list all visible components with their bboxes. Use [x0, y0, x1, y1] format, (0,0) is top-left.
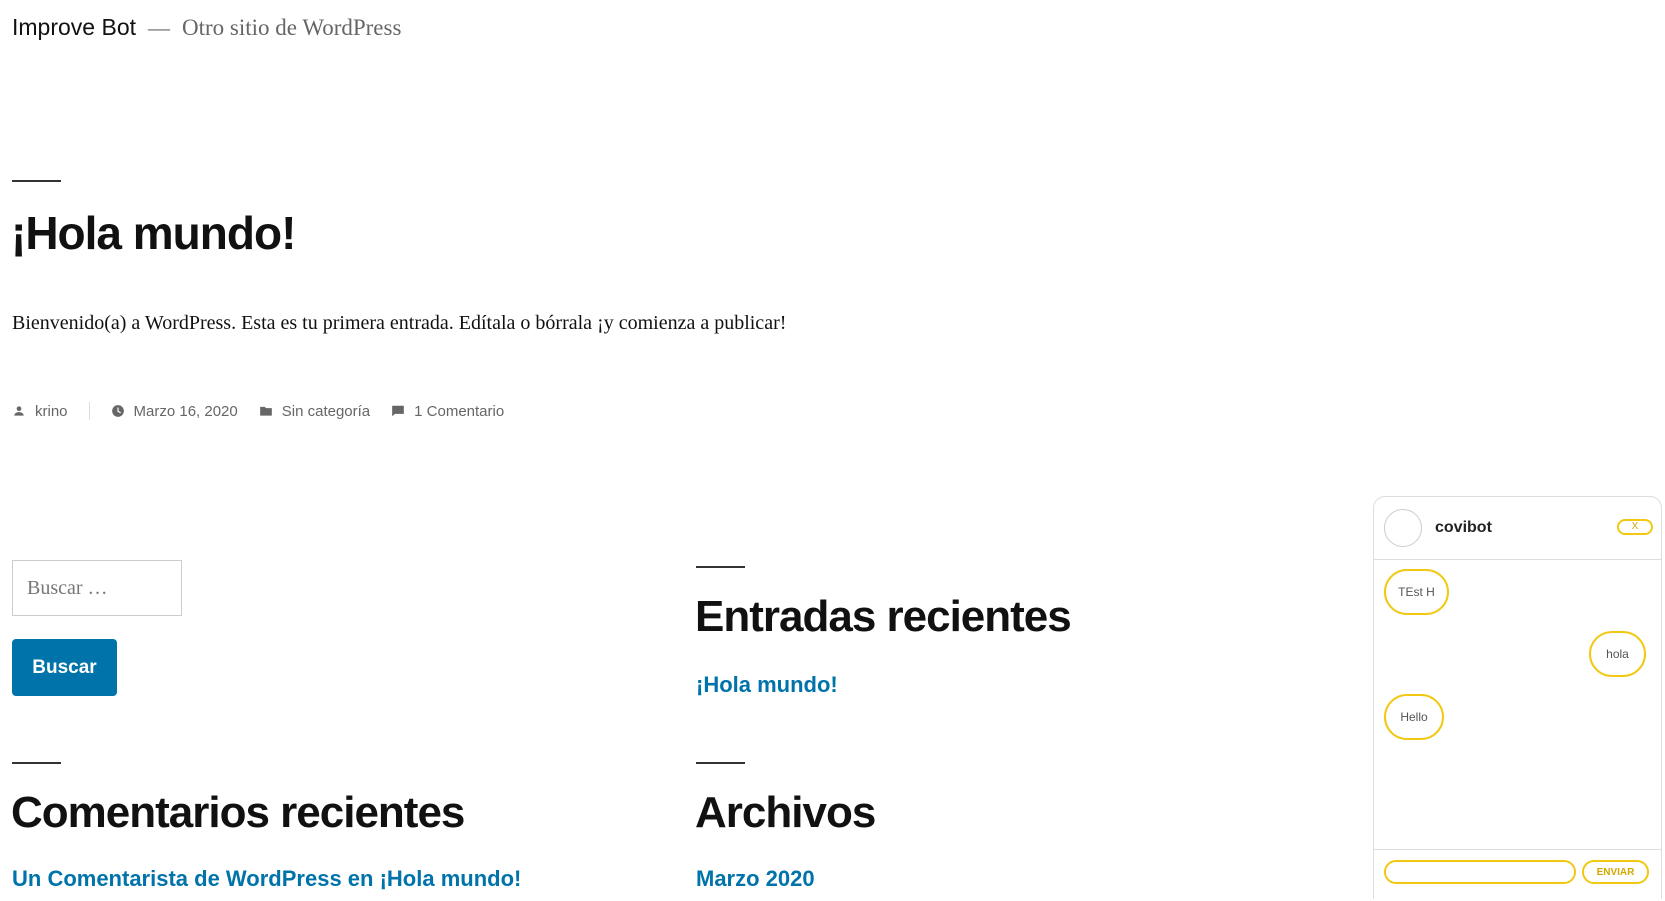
title-separator: —: [148, 15, 170, 40]
widget-divider: [12, 762, 61, 764]
meta-author: krino: [12, 403, 68, 420]
recent-comments-title: Comentarios recientes: [11, 788, 465, 837]
search-input[interactable]: [12, 560, 182, 616]
meta-category: Sin categoría: [259, 403, 370, 420]
meta-separator: [88, 402, 90, 420]
category-link[interactable]: Sin categoría: [282, 403, 370, 420]
chat-message: hola: [1589, 631, 1646, 677]
chat-message-input[interactable]: [1384, 860, 1576, 884]
meta-date: Marzo 16, 2020: [111, 403, 238, 420]
post-title[interactable]: ¡Hola mundo!: [11, 206, 296, 260]
post-content: Bienvenido(a) a WordPress. Esta es tu pr…: [12, 312, 787, 334]
site-description: Otro sitio de WordPress: [182, 15, 402, 40]
comment-icon: [392, 405, 404, 417]
recent-comment-link[interactable]: Un Comentarista de WordPress en ¡Hola mu…: [12, 866, 521, 892]
message-text: TEst H: [1398, 585, 1435, 599]
comments-link[interactable]: 1 Comentario: [414, 403, 504, 420]
message-text: hola: [1606, 647, 1629, 661]
archive-link[interactable]: Marzo 2020: [696, 866, 815, 892]
author-link[interactable]: krino: [35, 403, 68, 420]
message-text: Hello: [1400, 710, 1428, 724]
user-icon: [14, 406, 24, 416]
chat-message: TEst H: [1384, 569, 1449, 615]
widget-divider: [696, 762, 745, 764]
chat-header: covibot X: [1374, 497, 1661, 560]
post-meta: krino Marzo 16, 2020 Sin categoría 1 Com…: [12, 402, 525, 420]
date-link[interactable]: Marzo 16, 2020: [134, 403, 238, 420]
recent-post-link[interactable]: ¡Hola mundo!: [696, 672, 838, 698]
site-title[interactable]: Improve Bot: [12, 14, 136, 41]
bot-name: covibot: [1435, 519, 1492, 536]
archives-title: Archivos: [695, 788, 876, 837]
chatbot-window: covibot X TEst H hola Hello ENVIAR: [1373, 496, 1662, 899]
post-divider: [12, 180, 61, 182]
site-header: Improve Bot — Otro sitio de WordPress: [12, 14, 401, 41]
chat-footer: ENVIAR: [1374, 849, 1661, 901]
clock-icon: [111, 405, 124, 417]
bot-avatar: [1384, 509, 1422, 547]
recent-posts-title: Entradas recientes: [695, 592, 1072, 641]
chat-close-button[interactable]: X: [1617, 519, 1653, 535]
widget-divider: [696, 566, 745, 568]
meta-comments: 1 Comentario: [391, 403, 504, 420]
search-button[interactable]: Buscar: [12, 639, 117, 696]
chat-message: Hello: [1384, 694, 1444, 740]
folder-icon: [259, 406, 272, 416]
send-button[interactable]: ENVIAR: [1582, 860, 1649, 884]
